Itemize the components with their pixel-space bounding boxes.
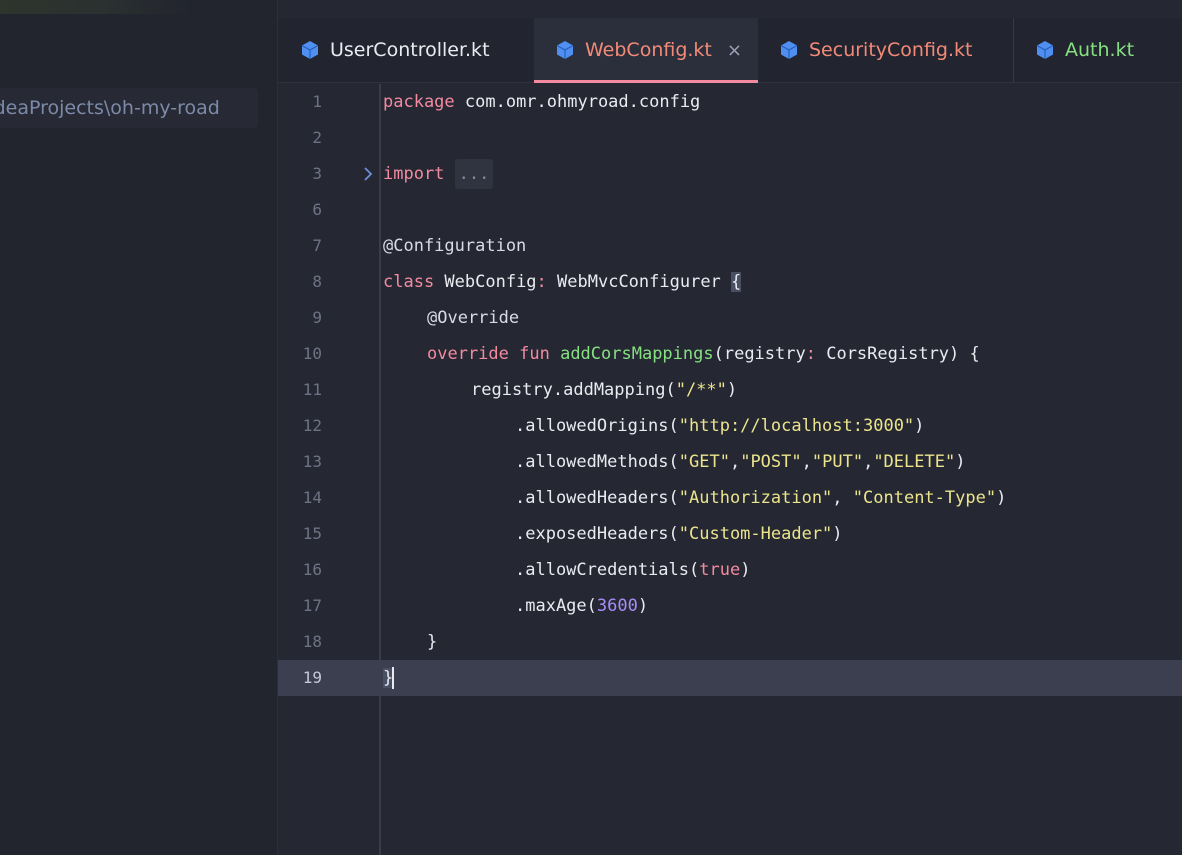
kotlin-file-icon xyxy=(301,40,319,60)
folded-imports[interactable]: ... xyxy=(454,159,494,189)
current-code-line: 19 } xyxy=(278,660,1182,696)
code-line: 8 class WebConfig: WebMvcConfigurer { xyxy=(278,264,1182,300)
line-number: 3 xyxy=(312,164,322,183)
code-line: 17 .maxAge(3600) xyxy=(278,588,1182,624)
project-sidebar: IdeaProjects\oh-my-road xyxy=(0,0,278,855)
line-number: 9 xyxy=(312,308,322,327)
code-line: 7 @Configuration xyxy=(278,228,1182,264)
tab-label: SecurityConfig.kt xyxy=(809,39,973,61)
tab-webconfig[interactable]: WebConfig.kt × xyxy=(534,18,758,83)
kotlin-file-icon xyxy=(1036,40,1054,60)
tab-label: UserController.kt xyxy=(330,39,490,61)
tab-label: WebConfig.kt xyxy=(585,39,712,61)
tab-usercontroller[interactable]: UserController.kt xyxy=(301,18,535,82)
code-line: 12 .allowedOrigins("http://localhost:300… xyxy=(278,408,1182,444)
tab-securityconfig[interactable]: SecurityConfig.kt xyxy=(780,18,1010,82)
code-line: 2 xyxy=(278,120,1182,156)
project-path-label: IdeaProjects\oh-my-road xyxy=(0,97,220,119)
code-line: 18 } xyxy=(278,624,1182,660)
line-number: 7 xyxy=(312,236,322,255)
project-root-item[interactable]: IdeaProjects\oh-my-road xyxy=(0,88,258,128)
line-number: 1 xyxy=(312,92,322,111)
line-number: 13 xyxy=(302,452,322,471)
text-caret xyxy=(392,667,395,689)
tab-label: Auth.kt xyxy=(1065,39,1135,61)
kotlin-file-icon xyxy=(780,40,798,60)
line-number: 15 xyxy=(302,524,322,543)
kotlin-file-icon xyxy=(556,40,574,60)
code-line: 3 import ... xyxy=(278,156,1182,192)
code-line: 10 override fun addCorsMappings(registry… xyxy=(278,336,1182,372)
code-line: 9 @Override xyxy=(278,300,1182,336)
code-line: 11 registry.addMapping("/**") xyxy=(278,372,1182,408)
line-number: 16 xyxy=(302,560,322,579)
line-number: 12 xyxy=(302,416,322,435)
code-line: 1 package com.omr.ohmyroad.config xyxy=(278,84,1182,120)
line-number: 19 xyxy=(302,668,322,687)
line-number: 6 xyxy=(312,200,322,219)
line-number: 11 xyxy=(302,380,322,399)
code-line: 15 .exposedHeaders("Custom-Header") xyxy=(278,516,1182,552)
line-number: 10 xyxy=(302,344,322,363)
code-editor[interactable]: 1 package com.omr.ohmyroad.config 2 3 im… xyxy=(278,84,1182,855)
line-number: 18 xyxy=(302,632,322,651)
chevron-right-icon[interactable] xyxy=(362,166,374,182)
close-icon[interactable]: × xyxy=(727,40,742,61)
tab-divider xyxy=(1013,18,1014,82)
line-number: 14 xyxy=(302,488,322,507)
editor-pane: UserController.kt WebConfig.kt × Securit… xyxy=(278,0,1182,855)
code-line: 13 .allowedMethods("GET","POST","PUT","D… xyxy=(278,444,1182,480)
code-line: 16 .allowCredentials(true) xyxy=(278,552,1182,588)
editor-tab-bar: UserController.kt WebConfig.kt × Securit… xyxy=(278,18,1182,83)
line-number: 2 xyxy=(312,128,322,147)
tab-auth[interactable]: Auth.kt xyxy=(1036,18,1176,82)
line-number: 8 xyxy=(312,272,322,291)
code-line: 14 .allowedHeaders("Authorization", "Con… xyxy=(278,480,1182,516)
code-line: 6 xyxy=(278,192,1182,228)
sidebar-header-strip xyxy=(0,0,190,14)
line-number: 17 xyxy=(302,596,322,615)
